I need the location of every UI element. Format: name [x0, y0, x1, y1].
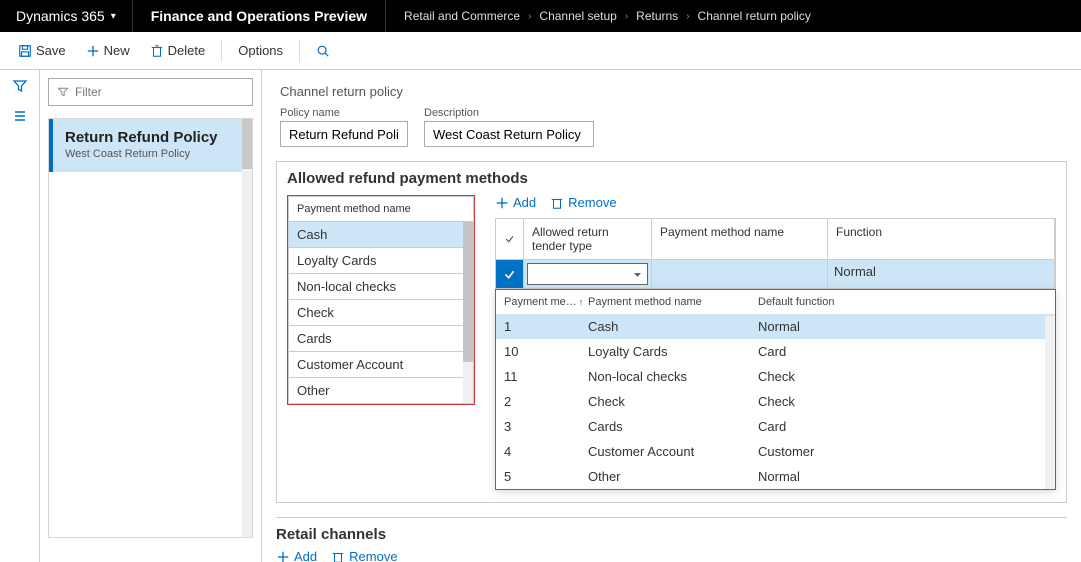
scrollbar[interactable]: [1045, 316, 1055, 489]
trash-icon: [150, 44, 164, 58]
plus-icon: [276, 550, 290, 562]
policy-name-field: Policy name: [280, 107, 408, 147]
section-title: Retail channels: [276, 526, 1067, 543]
separator: [221, 40, 222, 62]
col-pm-name[interactable]: Payment method name: [652, 219, 828, 259]
policy-name-input[interactable]: [280, 121, 408, 147]
row-checkbox[interactable]: [496, 260, 524, 288]
retail-channels-section: Retail channels Add Remove Name Opera: [276, 517, 1067, 562]
chevron-down-icon: [632, 269, 643, 280]
lookup-row[interactable]: 5OtherNormal: [496, 464, 1055, 489]
search-icon: [316, 44, 330, 58]
pm-row[interactable]: Cash: [288, 222, 474, 248]
lookup-col-name[interactable]: Payment method name: [588, 296, 758, 308]
filter-input-wrap[interactable]: [48, 78, 253, 106]
plus-icon: [495, 196, 509, 210]
policy-name-label: Policy name: [280, 107, 408, 119]
brand-switcher[interactable]: Dynamics 365 ▾: [0, 0, 133, 32]
separator: [299, 40, 300, 62]
record-list-panel: Return Refund Policy West Coast Return P…: [40, 70, 262, 562]
remove-button[interactable]: Remove: [550, 195, 616, 210]
section-title: Allowed refund payment methods: [287, 170, 1056, 187]
col-function[interactable]: Function: [828, 219, 1055, 259]
pm-row[interactable]: Cards: [288, 326, 474, 352]
record-list: Return Refund Policy West Coast Return P…: [48, 118, 253, 538]
save-button[interactable]: Save: [10, 39, 74, 62]
tender-grid-area: Add Remove Allowed return tender ty: [495, 195, 1056, 490]
lookup-row[interactable]: 11Non-local checksCheck: [496, 364, 1055, 389]
lookup-row[interactable]: 2CheckCheck: [496, 389, 1055, 414]
crumb-3[interactable]: Channel return policy: [698, 9, 811, 23]
tender-grid: Allowed return tender type Payment metho…: [495, 218, 1056, 289]
module-title: Finance and Operations Preview: [133, 0, 386, 32]
chevron-right-icon: ›: [686, 11, 689, 22]
pm-row[interactable]: Non-local checks: [288, 274, 474, 300]
check-icon: [503, 268, 516, 281]
search-button[interactable]: [308, 40, 338, 62]
description-input[interactable]: [424, 121, 594, 147]
record-title: Return Refund Policy: [65, 129, 240, 146]
tender-type-dropdown[interactable]: [527, 263, 648, 285]
lookup-row[interactable]: 3CardsCard: [496, 414, 1055, 439]
tender-lookup-dropdown: Payment me…↑ Payment method name Default…: [495, 289, 1056, 490]
description-field: Description: [424, 107, 594, 147]
lookup-row[interactable]: 10Loyalty CardsCard: [496, 339, 1055, 364]
plus-icon: [86, 44, 100, 58]
add-button[interactable]: Add: [495, 195, 536, 210]
pm-row[interactable]: Loyalty Cards: [288, 248, 474, 274]
chevron-down-icon: ▾: [111, 11, 116, 22]
chevron-right-icon: ›: [528, 11, 531, 22]
allowed-refund-section: Allowed refund payment methods Payment m…: [276, 161, 1067, 503]
lookup-col-func[interactable]: Default function: [758, 296, 1047, 308]
scrollbar[interactable]: [463, 222, 473, 403]
scrollbar[interactable]: [242, 119, 252, 537]
funnel-icon[interactable]: [12, 78, 28, 94]
brand-label: Dynamics 365: [16, 8, 105, 24]
crumb-1[interactable]: Channel setup: [539, 9, 616, 23]
lookup-col-num[interactable]: Payment me…↑: [504, 296, 588, 308]
filter-input[interactable]: [75, 85, 244, 99]
crumb-0[interactable]: Retail and Commerce: [404, 9, 520, 23]
remove-button[interactable]: Remove: [331, 549, 397, 562]
pm-name-cell[interactable]: [652, 260, 828, 288]
check-icon: [504, 232, 515, 246]
lookup-row[interactable]: 1CashNormal: [496, 314, 1055, 339]
filter-icon: [57, 86, 69, 98]
function-cell: Normal: [828, 260, 1055, 288]
record-list-item[interactable]: Return Refund Policy West Coast Return P…: [49, 119, 252, 172]
new-button[interactable]: New: [78, 39, 138, 62]
content-area: Channel return policy Policy name Descri…: [262, 70, 1081, 562]
left-rail: [0, 70, 40, 562]
record-subtitle: West Coast Return Policy: [65, 148, 240, 160]
payment-method-list: Payment method name Cash Loyalty Cards N…: [287, 195, 475, 405]
page-title: Channel return policy: [280, 84, 1063, 99]
delete-button[interactable]: Delete: [142, 39, 214, 62]
breadcrumb: Retail and Commerce › Channel setup › Re…: [386, 9, 829, 23]
pm-list-header[interactable]: Payment method name: [288, 196, 474, 222]
select-all-checkbox[interactable]: [496, 219, 524, 259]
col-tender-type[interactable]: Allowed return tender type: [524, 219, 652, 259]
save-icon: [18, 44, 32, 58]
trash-icon: [550, 196, 564, 210]
lookup-header: Payment me…↑ Payment method name Default…: [496, 290, 1055, 314]
grid-row[interactable]: Normal: [496, 260, 1055, 288]
options-button[interactable]: Options: [230, 39, 291, 62]
add-button[interactable]: Add: [276, 549, 317, 562]
description-label: Description: [424, 107, 594, 119]
chevron-right-icon: ›: [625, 11, 628, 22]
pm-row[interactable]: Check: [288, 300, 474, 326]
app-header: Dynamics 365 ▾ Finance and Operations Pr…: [0, 0, 1081, 32]
sort-asc-icon: ↑: [579, 297, 584, 307]
tender-type-cell[interactable]: [524, 260, 652, 288]
lookup-row[interactable]: 4Customer AccountCustomer: [496, 439, 1055, 464]
list-icon[interactable]: [12, 108, 28, 124]
command-bar: Save New Delete Options: [0, 32, 1081, 70]
pm-row[interactable]: Other: [288, 378, 474, 404]
crumb-2[interactable]: Returns: [636, 9, 678, 23]
trash-icon: [331, 550, 345, 562]
pm-row[interactable]: Customer Account: [288, 352, 474, 378]
